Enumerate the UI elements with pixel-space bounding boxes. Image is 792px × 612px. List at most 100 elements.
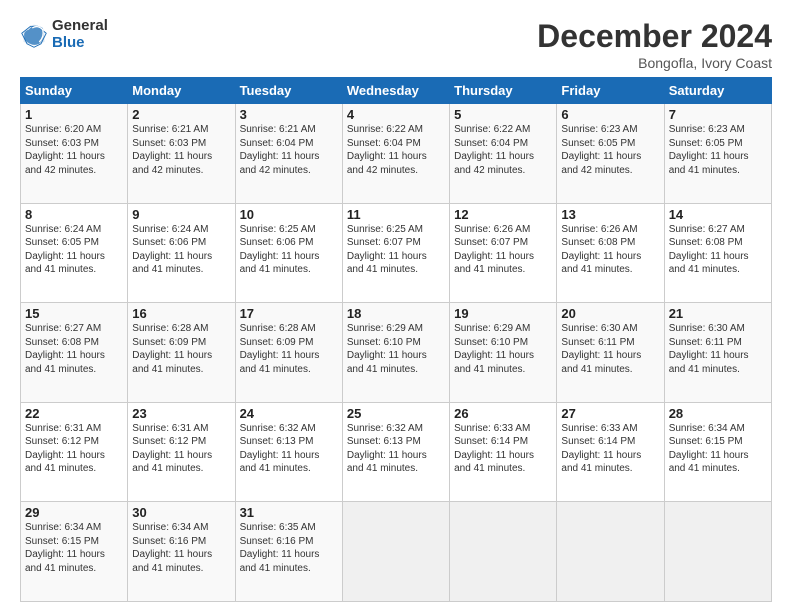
calendar-cell: 20Sunrise: 6:30 AM Sunset: 6:11 PM Dayli…: [557, 303, 664, 403]
day-info: Sunrise: 6:30 AM Sunset: 6:11 PM Dayligh…: [669, 322, 767, 376]
calendar-cell: 15Sunrise: 6:27 AM Sunset: 6:08 PM Dayli…: [21, 303, 128, 403]
day-number: 5: [454, 107, 552, 122]
calendar-week-2: 8Sunrise: 6:24 AM Sunset: 6:05 PM Daylig…: [21, 203, 772, 303]
day-number: 2: [132, 107, 230, 122]
day-number: 28: [669, 406, 767, 421]
calendar-cell: 18Sunrise: 6:29 AM Sunset: 6:10 PM Dayli…: [342, 303, 449, 403]
title-block: December 2024 Bongofla, Ivory Coast: [537, 18, 772, 71]
calendar-cell: 26Sunrise: 6:33 AM Sunset: 6:14 PM Dayli…: [450, 402, 557, 502]
day-info: Sunrise: 6:26 AM Sunset: 6:08 PM Dayligh…: [561, 223, 659, 277]
col-tuesday: Tuesday: [235, 78, 342, 104]
calendar-cell: 2Sunrise: 6:21 AM Sunset: 6:03 PM Daylig…: [128, 104, 235, 204]
day-number: 25: [347, 406, 445, 421]
day-number: 20: [561, 306, 659, 321]
calendar-week-3: 15Sunrise: 6:27 AM Sunset: 6:08 PM Dayli…: [21, 303, 772, 403]
calendar-page: General Blue December 2024 Bongofla, Ivo…: [0, 0, 792, 612]
calendar-cell: 14Sunrise: 6:27 AM Sunset: 6:08 PM Dayli…: [664, 203, 771, 303]
calendar-week-1: 1Sunrise: 6:20 AM Sunset: 6:03 PM Daylig…: [21, 104, 772, 204]
day-number: 27: [561, 406, 659, 421]
day-number: 26: [454, 406, 552, 421]
calendar-cell: [664, 502, 771, 602]
day-number: 21: [669, 306, 767, 321]
day-info: Sunrise: 6:26 AM Sunset: 6:07 PM Dayligh…: [454, 223, 552, 277]
col-saturday: Saturday: [664, 78, 771, 104]
day-info: Sunrise: 6:24 AM Sunset: 6:06 PM Dayligh…: [132, 223, 230, 277]
calendar-cell: 23Sunrise: 6:31 AM Sunset: 6:12 PM Dayli…: [128, 402, 235, 502]
calendar-table: Sunday Monday Tuesday Wednesday Thursday…: [20, 77, 772, 602]
calendar-cell: 28Sunrise: 6:34 AM Sunset: 6:15 PM Dayli…: [664, 402, 771, 502]
day-info: Sunrise: 6:24 AM Sunset: 6:05 PM Dayligh…: [25, 223, 123, 277]
day-info: Sunrise: 6:35 AM Sunset: 6:16 PM Dayligh…: [240, 521, 338, 575]
day-number: 24: [240, 406, 338, 421]
day-number: 15: [25, 306, 123, 321]
day-number: 30: [132, 505, 230, 520]
calendar-cell: 8Sunrise: 6:24 AM Sunset: 6:05 PM Daylig…: [21, 203, 128, 303]
col-thursday: Thursday: [450, 78, 557, 104]
calendar-cell: 29Sunrise: 6:34 AM Sunset: 6:15 PM Dayli…: [21, 502, 128, 602]
day-number: 7: [669, 107, 767, 122]
calendar-cell: [557, 502, 664, 602]
col-wednesday: Wednesday: [342, 78, 449, 104]
day-info: Sunrise: 6:34 AM Sunset: 6:16 PM Dayligh…: [132, 521, 230, 575]
day-info: Sunrise: 6:25 AM Sunset: 6:07 PM Dayligh…: [347, 223, 445, 277]
calendar-cell: 25Sunrise: 6:32 AM Sunset: 6:13 PM Dayli…: [342, 402, 449, 502]
location: Bongofla, Ivory Coast: [537, 55, 772, 71]
logo-icon: [20, 21, 48, 49]
day-number: 3: [240, 107, 338, 122]
calendar-cell: 16Sunrise: 6:28 AM Sunset: 6:09 PM Dayli…: [128, 303, 235, 403]
day-number: 23: [132, 406, 230, 421]
day-info: Sunrise: 6:30 AM Sunset: 6:11 PM Dayligh…: [561, 322, 659, 376]
day-number: 17: [240, 306, 338, 321]
calendar-header: Sunday Monday Tuesday Wednesday Thursday…: [21, 78, 772, 104]
day-info: Sunrise: 6:20 AM Sunset: 6:03 PM Dayligh…: [25, 123, 123, 177]
day-info: Sunrise: 6:27 AM Sunset: 6:08 PM Dayligh…: [25, 322, 123, 376]
day-info: Sunrise: 6:33 AM Sunset: 6:14 PM Dayligh…: [561, 422, 659, 476]
calendar-cell: 21Sunrise: 6:30 AM Sunset: 6:11 PM Dayli…: [664, 303, 771, 403]
calendar-cell: 7Sunrise: 6:23 AM Sunset: 6:05 PM Daylig…: [664, 104, 771, 204]
calendar-cell: 13Sunrise: 6:26 AM Sunset: 6:08 PM Dayli…: [557, 203, 664, 303]
calendar-cell: 22Sunrise: 6:31 AM Sunset: 6:12 PM Dayli…: [21, 402, 128, 502]
day-info: Sunrise: 6:33 AM Sunset: 6:14 PM Dayligh…: [454, 422, 552, 476]
day-number: 11: [347, 207, 445, 222]
day-number: 22: [25, 406, 123, 421]
calendar-cell: 24Sunrise: 6:32 AM Sunset: 6:13 PM Dayli…: [235, 402, 342, 502]
day-info: Sunrise: 6:28 AM Sunset: 6:09 PM Dayligh…: [240, 322, 338, 376]
day-number: 16: [132, 306, 230, 321]
day-number: 10: [240, 207, 338, 222]
calendar-cell: 1Sunrise: 6:20 AM Sunset: 6:03 PM Daylig…: [21, 104, 128, 204]
day-info: Sunrise: 6:23 AM Sunset: 6:05 PM Dayligh…: [561, 123, 659, 177]
calendar-cell: 5Sunrise: 6:22 AM Sunset: 6:04 PM Daylig…: [450, 104, 557, 204]
day-number: 14: [669, 207, 767, 222]
logo-text: General Blue: [52, 18, 108, 51]
day-info: Sunrise: 6:22 AM Sunset: 6:04 PM Dayligh…: [454, 123, 552, 177]
calendar-cell: [342, 502, 449, 602]
calendar-week-5: 29Sunrise: 6:34 AM Sunset: 6:15 PM Dayli…: [21, 502, 772, 602]
calendar-week-4: 22Sunrise: 6:31 AM Sunset: 6:12 PM Dayli…: [21, 402, 772, 502]
day-number: 31: [240, 505, 338, 520]
day-info: Sunrise: 6:34 AM Sunset: 6:15 PM Dayligh…: [669, 422, 767, 476]
day-number: 18: [347, 306, 445, 321]
day-number: 4: [347, 107, 445, 122]
day-info: Sunrise: 6:29 AM Sunset: 6:10 PM Dayligh…: [454, 322, 552, 376]
day-info: Sunrise: 6:32 AM Sunset: 6:13 PM Dayligh…: [240, 422, 338, 476]
day-info: Sunrise: 6:22 AM Sunset: 6:04 PM Dayligh…: [347, 123, 445, 177]
col-monday: Monday: [128, 78, 235, 104]
calendar-cell: 17Sunrise: 6:28 AM Sunset: 6:09 PM Dayli…: [235, 303, 342, 403]
header: General Blue December 2024 Bongofla, Ivo…: [20, 18, 772, 71]
day-info: Sunrise: 6:31 AM Sunset: 6:12 PM Dayligh…: [25, 422, 123, 476]
day-info: Sunrise: 6:28 AM Sunset: 6:09 PM Dayligh…: [132, 322, 230, 376]
logo-general: General: [52, 18, 108, 35]
calendar-cell: 4Sunrise: 6:22 AM Sunset: 6:04 PM Daylig…: [342, 104, 449, 204]
calendar-body: 1Sunrise: 6:20 AM Sunset: 6:03 PM Daylig…: [21, 104, 772, 602]
day-info: Sunrise: 6:25 AM Sunset: 6:06 PM Dayligh…: [240, 223, 338, 277]
calendar-cell: 31Sunrise: 6:35 AM Sunset: 6:16 PM Dayli…: [235, 502, 342, 602]
day-info: Sunrise: 6:23 AM Sunset: 6:05 PM Dayligh…: [669, 123, 767, 177]
calendar-cell: 9Sunrise: 6:24 AM Sunset: 6:06 PM Daylig…: [128, 203, 235, 303]
calendar-cell: 19Sunrise: 6:29 AM Sunset: 6:10 PM Dayli…: [450, 303, 557, 403]
calendar-cell: [450, 502, 557, 602]
calendar-cell: 30Sunrise: 6:34 AM Sunset: 6:16 PM Dayli…: [128, 502, 235, 602]
day-number: 1: [25, 107, 123, 122]
day-info: Sunrise: 6:31 AM Sunset: 6:12 PM Dayligh…: [132, 422, 230, 476]
day-number: 9: [132, 207, 230, 222]
day-info: Sunrise: 6:34 AM Sunset: 6:15 PM Dayligh…: [25, 521, 123, 575]
